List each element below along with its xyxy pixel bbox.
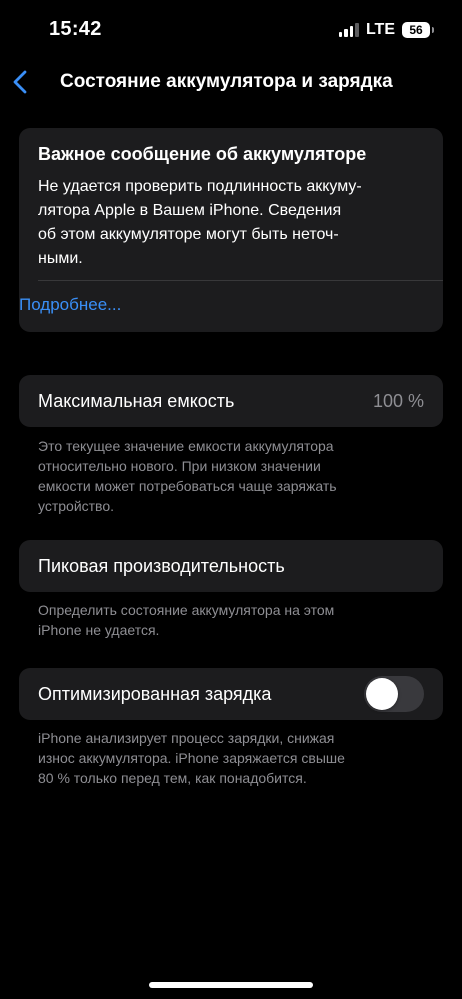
peak-performance-label: Пиковая производительность	[38, 555, 285, 576]
alert-message: Не удается проверить подлинность аккуму-…	[38, 175, 423, 271]
cellular-signal-icon	[338, 23, 359, 37]
footnote-line: устройство.	[38, 498, 115, 514]
chevron-left-icon	[13, 70, 27, 94]
footnote-line: относительно нового. При низком значении	[38, 458, 321, 474]
footnote-line: 80 % только перед тем, как понадобится.	[38, 770, 307, 786]
status-time: 15:42	[49, 18, 102, 40]
maximum-capacity-row: Максимальная емкость 100 %	[19, 375, 443, 427]
back-button[interactable]	[6, 64, 34, 100]
alert-divider	[38, 280, 443, 281]
status-bar: 15:42 LTE 56	[0, 0, 462, 60]
alert-message-line: об этом аккумуляторе могут быть неточ-	[38, 226, 339, 243]
alert-title: Важное сообщение об аккумуляторе	[38, 144, 367, 164]
maximum-capacity-value: 100 %	[372, 390, 424, 411]
footnote-line: iPhone не удается.	[38, 622, 160, 638]
toggle-knob	[366, 678, 398, 710]
learn-more-link[interactable]: Подробнее...	[19, 295, 121, 315]
peak-performance-row: Пиковая производительность	[19, 540, 443, 592]
footnote-line: iPhone анализирует процесс зарядки, сниж…	[38, 730, 335, 746]
alert-message-line: лятора Apple в Вашем iPhone. Сведения	[38, 202, 342, 219]
maximum-capacity-footnote: Это текущее значение емкости аккумулятор…	[38, 436, 423, 516]
navigation-bar: Состояние аккумулятора и зарядка	[0, 60, 462, 104]
battery-icon: 56	[402, 22, 434, 38]
status-indicators: LTE 56	[338, 21, 434, 39]
footnote-line: емкости может потребоваться чаще заряжат…	[38, 478, 337, 494]
peak-performance-footnote: Определить состояние аккумулятора на это…	[38, 600, 423, 640]
battery-level-label: 56	[409, 23, 423, 37]
footnote-line: Это текущее значение емкости аккумулятор…	[38, 438, 334, 454]
alert-message-line: ными.	[38, 250, 83, 267]
optimized-charging-row: Оптимизированная зарядка	[19, 668, 443, 720]
optimized-charging-label: Оптимизированная зарядка	[38, 683, 272, 704]
alert-message-line: Не удается проверить подлинность аккуму-	[38, 178, 362, 195]
optimized-charging-footnote: iPhone анализирует процесс зарядки, сниж…	[38, 728, 423, 788]
optimized-charging-toggle[interactable]	[364, 676, 424, 712]
page-title: Состояние аккумулятора и зарядка	[60, 71, 393, 92]
network-type-label: LTE	[365, 21, 395, 38]
maximum-capacity-label: Максимальная емкость	[38, 390, 235, 411]
footnote-line: износ аккумулятора. iPhone заряжается св…	[38, 750, 345, 766]
footnote-line: Определить состояние аккумулятора на это…	[38, 602, 335, 618]
home-indicator[interactable]	[149, 982, 313, 988]
